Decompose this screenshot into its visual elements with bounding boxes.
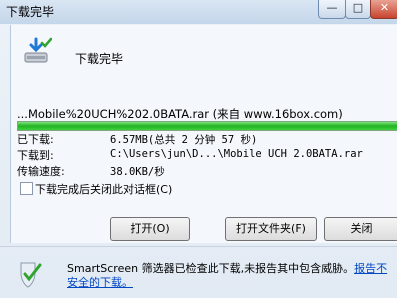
smartscreen-text: SmartScreen 筛选器已检查此下载,未报告其中包含威胁。 bbox=[67, 262, 355, 275]
smartscreen-message: SmartScreen 筛选器已检查此下载,未报告其中包含威胁。报告不安全的下载… bbox=[67, 262, 397, 290]
divider bbox=[0, 246, 397, 247]
download-complete-icon bbox=[22, 37, 53, 67]
title-bar[interactable]: 下载完毕 — □ ✕ bbox=[0, 0, 397, 24]
open-folder-button[interactable]: 打开文件夹(F) bbox=[225, 217, 317, 241]
save-location-label: 下载到: bbox=[17, 149, 54, 162]
transfer-rate-label: 传输速度: bbox=[17, 165, 65, 178]
transfer-rate-value: 38.0KB/秒 bbox=[110, 166, 165, 178]
save-location-value: C:\Users\jun\D...\Mobile UCH 2.0BATA.rar bbox=[110, 148, 363, 160]
download-progress-bar bbox=[17, 121, 397, 131]
minimize-button[interactable]: — bbox=[318, 0, 346, 19]
open-button[interactable]: 打开(O) bbox=[110, 217, 190, 241]
close-after-download-label[interactable]: 下载完成后关闭此对话框(C) bbox=[35, 181, 172, 197]
downloaded-value: 6.57MB(总共 2 分钟 57 秒) bbox=[110, 134, 258, 146]
status-headline: 下载完毕 bbox=[75, 52, 124, 66]
smartscreen-shield-icon bbox=[17, 260, 45, 290]
close-after-download-checkbox[interactable] bbox=[20, 182, 33, 195]
window-title: 下载完毕 bbox=[6, 5, 55, 19]
download-complete-dialog: 下载完毕 — □ ✕ 下载完毕 ...Mobile%20UCH%202.0BAT… bbox=[0, 0, 397, 298]
downloaded-file-name: ...Mobile%20UCH%202.0BATA.rar (来自 www.16… bbox=[17, 107, 343, 121]
downloaded-label: 已下载: bbox=[17, 133, 54, 146]
window-close-button[interactable]: ✕ bbox=[370, 0, 397, 19]
close-button[interactable]: 关闭 bbox=[324, 217, 397, 241]
maximize-button[interactable]: □ bbox=[345, 0, 371, 19]
